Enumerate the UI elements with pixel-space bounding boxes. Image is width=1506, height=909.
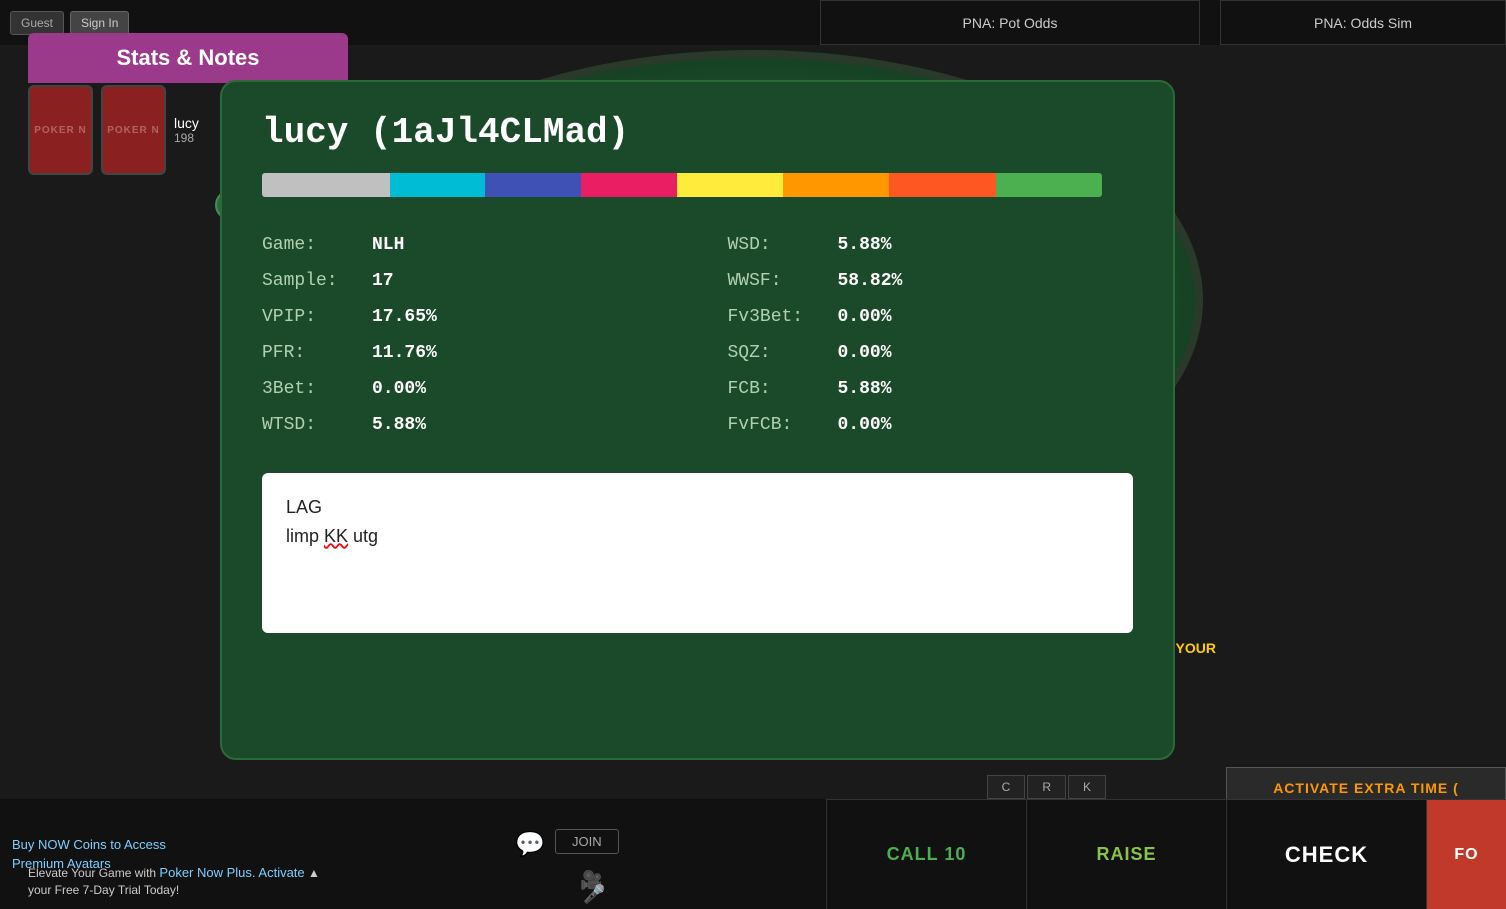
stats-notes-tab[interactable]: Stats & Notes	[28, 33, 348, 83]
input-tabs: C R K	[987, 775, 1106, 799]
color-seg-2	[485, 173, 581, 197]
color-seg-3	[581, 173, 677, 197]
chat-icon: 💬	[515, 831, 545, 858]
stat-vpip: VPIP: 17.65%	[262, 299, 668, 335]
color-bar	[262, 173, 1102, 197]
stat-wwsf: WWSF: 58.82%	[728, 263, 1134, 299]
stat-sample: Sample: 17	[262, 263, 668, 299]
check-button[interactable]: CHECK	[1226, 799, 1426, 909]
stat-fv3bet: Fv3Bet: 0.00%	[728, 299, 1134, 335]
stat-pfr: PFR: 11.76%	[262, 335, 668, 371]
pna-odds-sim-panel: PNA: Odds Sim	[1220, 0, 1506, 45]
buy-coins-link[interactable]: Buy NOW Coins to Access	[12, 837, 208, 852]
notes-area[interactable]: LAG limp KK utg	[262, 473, 1133, 633]
color-seg-4	[677, 173, 783, 197]
tab-c[interactable]: C	[987, 775, 1026, 799]
color-seg-6	[889, 173, 995, 197]
stat-fvfcb: FvFCB: 0.00%	[728, 407, 1134, 443]
stats-grid: Game: NLH Sample: 17 VPIP: 17.65% PFR: 1…	[262, 227, 1133, 443]
stat-3bet: 3Bet: 0.00%	[262, 371, 668, 407]
player-cards-area: POKER N POKER N lucy 198	[28, 85, 199, 175]
color-seg-7	[996, 173, 1102, 197]
chat-icon-area[interactable]: 💬	[515, 830, 545, 859]
notes-line-1: LAG	[286, 493, 1109, 522]
stats-left-col: Game: NLH Sample: 17 VPIP: 17.65% PFR: 1…	[262, 227, 668, 443]
mic-icon: 🎤	[583, 884, 605, 904]
stat-wtsd: WTSD: 5.88%	[262, 407, 668, 443]
trial-activate-link[interactable]: Poker Now Plus. Activate	[159, 865, 304, 880]
color-seg-5	[783, 173, 889, 197]
player-info: lucy 198	[174, 115, 199, 145]
join-button[interactable]: JOIN	[555, 829, 619, 854]
stats-right-col: WSD: 5.88% WWSF: 58.82% Fv3Bet: 0.00% SQ…	[728, 227, 1134, 443]
modal-player-title: lucy (1aJl4CLMad)	[262, 112, 1133, 153]
tab-r[interactable]: R	[1027, 775, 1066, 799]
player-card-2: POKER N	[101, 85, 166, 175]
notes-line-2: limp KK utg	[286, 522, 1109, 551]
call-button[interactable]: CALL 10	[826, 799, 1026, 909]
stat-game: Game: NLH	[262, 227, 668, 263]
stats-modal: lucy (1aJl4CLMad) Game: NLH Sample: 17 V…	[220, 80, 1175, 760]
sign-in-button[interactable]: Sign In	[70, 11, 129, 35]
stat-fcb: FCB: 5.88%	[728, 371, 1134, 407]
guest-button[interactable]: Guest	[10, 11, 64, 35]
stat-sqz: SQZ: 0.00%	[728, 335, 1134, 371]
pna-pot-odds-panel: PNA: Pot Odds	[820, 0, 1200, 45]
fold-button[interactable]: FO	[1426, 799, 1506, 909]
action-buttons: CALL 10 RAISE CHECK FO	[826, 799, 1506, 909]
stat-wsd: WSD: 5.88%	[728, 227, 1134, 263]
player-card-1: POKER N	[28, 85, 93, 175]
color-seg-0	[262, 173, 390, 197]
color-seg-1	[390, 173, 486, 197]
raise-button[interactable]: RAISE	[1026, 799, 1226, 909]
mic-icon-area[interactable]: 🎤	[583, 884, 605, 905]
tab-k[interactable]: K	[1068, 775, 1106, 799]
